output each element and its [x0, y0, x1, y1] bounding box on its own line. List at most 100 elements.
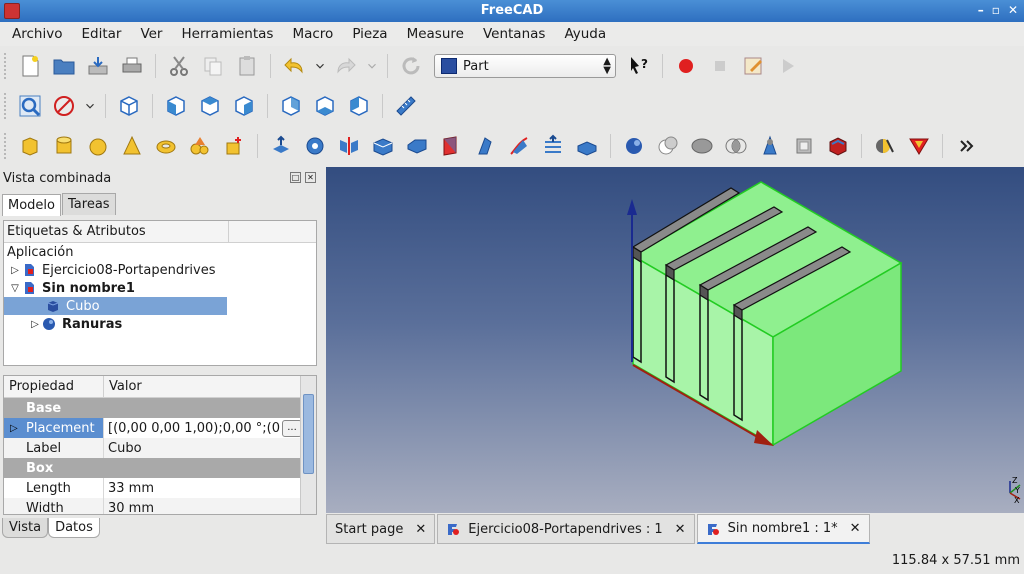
redo-dropdown-icon[interactable] — [365, 51, 379, 81]
macro-stop-icon[interactable] — [705, 51, 735, 81]
boolean-common-icon[interactable] — [721, 131, 751, 161]
close-panel-icon[interactable]: ✕ — [305, 172, 316, 183]
menu-ayuda[interactable]: Ayuda — [557, 26, 613, 42]
part-mirror-icon[interactable] — [334, 131, 364, 161]
property-row-label[interactable]: Label Cubo — [4, 438, 316, 458]
menu-editar[interactable]: Editar — [74, 26, 128, 42]
property-row-length[interactable]: Length 33 mm — [4, 478, 316, 498]
whats-this-icon[interactable]: ? — [624, 51, 654, 81]
view-left-icon[interactable] — [344, 91, 374, 121]
close-window-icon[interactable]: ✕ — [1008, 3, 1018, 17]
view-right-icon[interactable] — [229, 91, 259, 121]
part-sweep-icon[interactable] — [538, 131, 568, 161]
copy-icon[interactable] — [198, 51, 228, 81]
expand-arrow-icon[interactable]: ▷ — [10, 423, 26, 434]
property-value[interactable]: 30 mm — [104, 498, 316, 515]
close-tab-icon[interactable]: ✕ — [415, 522, 426, 537]
property-value[interactable]: 33 mm — [104, 478, 316, 498]
refresh-icon[interactable] — [396, 51, 426, 81]
part-ruled-surface-icon[interactable] — [470, 131, 500, 161]
part-loft-icon[interactable] — [504, 131, 534, 161]
fit-all-icon[interactable] — [15, 91, 45, 121]
undo-dropdown-icon[interactable] — [313, 51, 327, 81]
part-revolve-icon[interactable] — [300, 131, 330, 161]
property-row-placement[interactable]: ▷ Placement [(0,00 0,00 1,00);0,00 °;(0..… — [4, 418, 316, 438]
new-document-icon[interactable] — [15, 51, 45, 81]
part-torus-icon[interactable] — [151, 131, 181, 161]
boolean-union-icon[interactable] — [619, 131, 649, 161]
scrollbar-thumb[interactable] — [303, 394, 314, 474]
tree-item-ejercicio08[interactable]: ▷ Ejercicio08-Portapendrives — [4, 261, 316, 279]
tab-vista[interactable]: Vista — [2, 518, 49, 538]
macro-record-icon[interactable] — [671, 51, 701, 81]
close-tab-icon[interactable]: ✕ — [675, 522, 686, 537]
part-box-icon[interactable] — [15, 131, 45, 161]
part-make-face-icon[interactable] — [436, 131, 466, 161]
collapse-arrow-icon[interactable]: ▽ — [8, 283, 22, 294]
part-join-icon[interactable] — [755, 131, 785, 161]
tab-sin-nombre1[interactable]: Sin nombre1 : 1* ✕ — [696, 514, 870, 544]
menu-macro[interactable]: Macro — [285, 26, 340, 42]
menu-measure[interactable]: Measure — [400, 26, 471, 42]
part-sphere-icon[interactable] — [83, 131, 113, 161]
menu-ver[interactable]: Ver — [133, 26, 169, 42]
close-tab-icon[interactable]: ✕ — [850, 521, 861, 536]
tab-ejercicio08[interactable]: Ejercicio08-Portapendrives : 1 ✕ — [437, 514, 695, 544]
view-top-icon[interactable] — [195, 91, 225, 121]
property-scrollbar[interactable] — [300, 376, 316, 514]
tab-start-page[interactable]: Start page ✕ — [326, 514, 436, 544]
part-cylinder-icon[interactable] — [49, 131, 79, 161]
part-cone-icon[interactable] — [117, 131, 147, 161]
property-row-width[interactable]: Width 30 mm — [4, 498, 316, 515]
measure-distance-icon[interactable] — [391, 91, 421, 121]
float-panel-icon[interactable]: □ — [290, 172, 301, 183]
undo-icon[interactable] — [279, 51, 309, 81]
part-offset-icon[interactable] — [823, 131, 853, 161]
workbench-selector[interactable]: Part ▲ ▼ — [434, 54, 616, 78]
save-icon[interactable] — [83, 51, 113, 81]
draw-style-icon[interactable] — [49, 91, 79, 121]
part-extrude-icon[interactable] — [266, 131, 296, 161]
view-axonometric-icon[interactable] — [114, 91, 144, 121]
part-shape-builder-icon[interactable] — [219, 131, 249, 161]
tab-modelo[interactable]: Modelo — [2, 194, 61, 216]
toolbar-grip[interactable] — [4, 53, 10, 79]
tree-header-label[interactable]: Etiquetas & Atributos — [7, 221, 229, 242]
placement-edit-button[interactable]: ... — [282, 419, 302, 437]
property-value[interactable]: [(0,00 0,00 1,00);0,00 °;(0... — [104, 418, 316, 438]
print-icon[interactable] — [117, 51, 147, 81]
tab-tareas[interactable]: Tareas — [62, 193, 116, 215]
view-rear-icon[interactable] — [276, 91, 306, 121]
toolbar-grip[interactable] — [4, 93, 10, 119]
property-header-name[interactable]: Propiedad — [4, 376, 104, 397]
view-front-icon[interactable] — [161, 91, 191, 121]
part-primitives-icon[interactable] — [185, 131, 215, 161]
view-bottom-icon[interactable] — [310, 91, 340, 121]
tree-item-ranuras[interactable]: ▷ Ranuras — [4, 315, 316, 333]
part-check-geometry-icon[interactable] — [870, 131, 900, 161]
minimize-icon[interactable]: – — [978, 3, 984, 17]
boolean-cut-icon[interactable] — [653, 131, 683, 161]
restore-icon[interactable]: ▫ — [992, 3, 1000, 17]
macro-edit-icon[interactable] — [739, 51, 769, 81]
draw-style-dropdown-icon[interactable] — [83, 91, 97, 121]
property-header-value[interactable]: Valor — [104, 376, 142, 397]
macro-run-icon[interactable] — [773, 51, 803, 81]
expand-arrow-icon[interactable]: ▷ — [28, 319, 42, 330]
tree-item-sin-nombre1[interactable]: ▽ Sin nombre1 — [4, 279, 316, 297]
redo-icon[interactable] — [331, 51, 361, 81]
open-folder-icon[interactable] — [49, 51, 79, 81]
part-chamfer-icon[interactable] — [402, 131, 432, 161]
boolean-fuse-icon[interactable] — [687, 131, 717, 161]
cut-icon[interactable] — [164, 51, 194, 81]
menu-ventanas[interactable]: Ventanas — [476, 26, 552, 42]
toolbar-grip[interactable] — [4, 133, 10, 159]
expand-arrow-icon[interactable]: ▷ — [8, 265, 22, 276]
menu-herramientas[interactable]: Herramientas — [174, 26, 280, 42]
tree-item-cubo[interactable]: Cubo — [4, 297, 316, 315]
part-section-icon[interactable] — [572, 131, 602, 161]
property-value[interactable]: Cubo — [104, 438, 316, 458]
part-thickness-icon[interactable] — [789, 131, 819, 161]
part-defeaturing-icon[interactable] — [904, 131, 934, 161]
toolbar-overflow-icon[interactable] — [951, 131, 981, 161]
